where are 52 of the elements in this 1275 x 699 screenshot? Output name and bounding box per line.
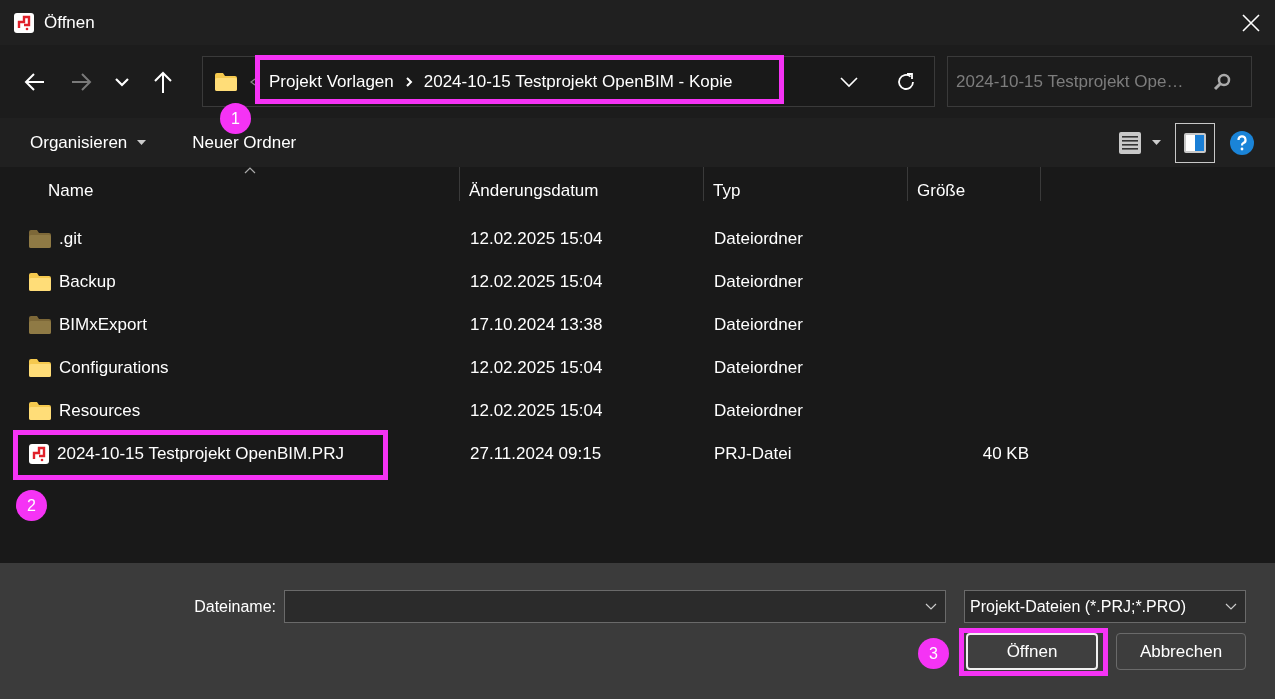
column-header[interactable]: Typ [713,181,741,201]
search-field[interactable]: 2024-10-15 Testprojekt Ope… [947,56,1252,107]
file-type: Dateiordner [713,314,804,335]
column-header[interactable]: Änderungsdatum [469,181,599,201]
preview-pane-button[interactable] [1175,122,1215,163]
caret-icon [137,140,147,145]
search-icon[interactable] [1213,72,1231,91]
app-icon [14,12,34,33]
chevron-down-icon[interactable] [925,603,937,610]
file-type: Dateiordner [713,357,804,378]
folder-icon [215,72,237,91]
search-input[interactable]: 2024-10-15 Testprojekt Ope… [954,70,1213,93]
file-type-dropdown[interactable]: Projekt-Dateien (*.PRJ;*.PRO) [964,590,1246,623]
step-number: 2 [16,490,47,521]
file-size: 40 KB [981,443,1030,464]
breadcrumb-item[interactable]: Projekt Vorlagen [269,71,394,92]
organize-menu[interactable]: Organisieren [30,132,147,153]
open-button[interactable]: Öffnen [966,633,1098,670]
file-type: Dateiordner [713,228,804,249]
chevron-down-icon [1225,603,1237,610]
file-name[interactable]: BIMxExport [59,314,147,335]
file-type: PRJ-Datei [713,443,793,464]
modified-date: 12.02.2025 15:04 [469,228,604,249]
modified-date: 12.02.2025 15:04 [469,271,604,292]
refresh-icon[interactable] [895,70,917,93]
column-header[interactable]: Name [48,181,94,201]
chevron-right-icon [403,74,414,89]
new-folder-button[interactable]: Neuer Ordner [192,132,297,153]
file-type: Dateiordner [713,400,804,421]
file-name[interactable]: Resources [59,400,141,421]
column-header[interactable]: Größe [917,181,966,201]
modified-date: 27.11.2024 09:15 [469,443,603,464]
close-icon[interactable] [1241,12,1261,33]
list-view-icon[interactable] [1118,130,1142,155]
breadcrumb-item[interactable]: 2024-10-15 Testprojekt OpenBIM - Kopie [423,71,733,92]
overflow-icon[interactable] [249,76,257,87]
file-type: Dateiordner [713,271,804,292]
project-file-icon [29,443,49,464]
modified-date: 17.10.2024 13:38 [469,314,604,335]
caret-icon[interactable] [1152,140,1161,145]
file-name[interactable]: Backup [59,271,116,292]
file-name[interactable]: .git [59,228,82,249]
modified-date: 12.02.2025 15:04 [469,357,604,378]
preview-pane-icon [1183,131,1207,154]
window-title: Öffnen [44,12,95,33]
filename-label: Dateiname: [194,597,276,616]
help-icon[interactable] [1229,129,1255,156]
filename-field[interactable] [284,590,946,623]
file-name[interactable]: Configurations [59,357,169,378]
file-name[interactable]: 2024-10-15 Testprojekt OpenBIM.PRJ [57,443,344,464]
modified-date: 12.02.2025 15:04 [469,400,604,421]
cancel-button[interactable]: Abbrechen [1116,633,1246,670]
